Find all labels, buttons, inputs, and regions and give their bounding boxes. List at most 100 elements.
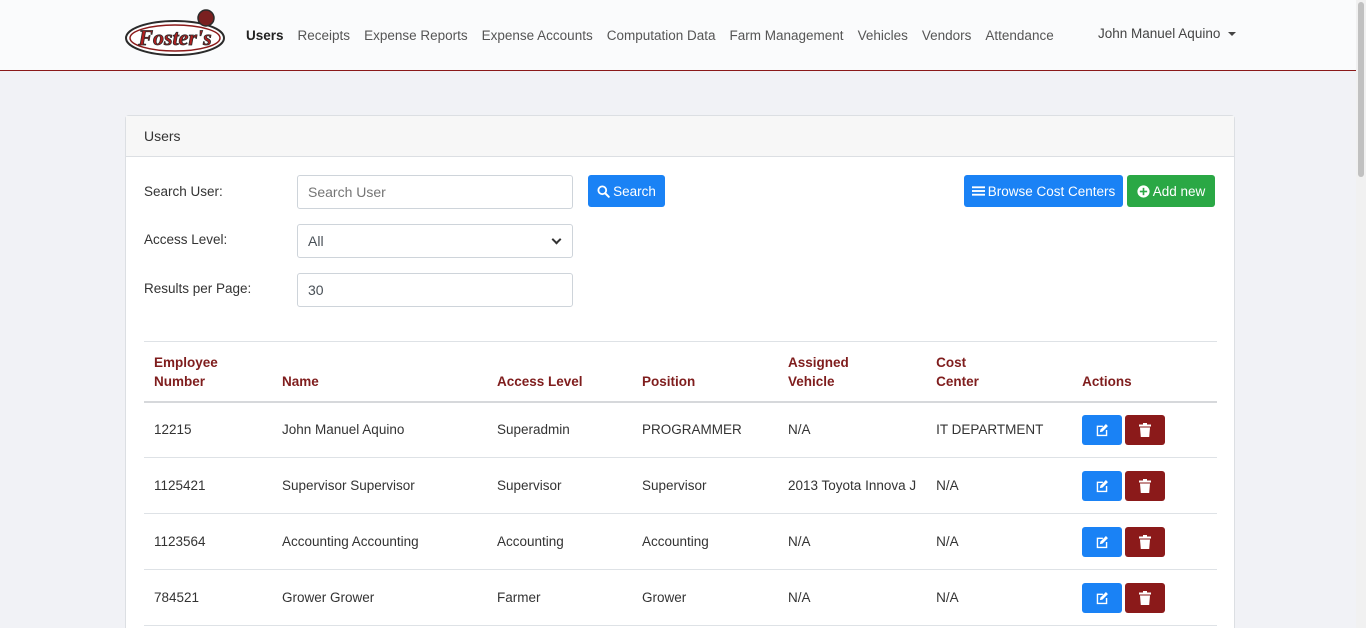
edit-user-button[interactable] xyxy=(1082,582,1123,613)
access-level-label: Access Level: xyxy=(144,232,228,247)
trash-icon xyxy=(1139,478,1152,493)
cell-assigned-vehicle: N/A xyxy=(778,401,927,458)
cell-access-level: Supervisor xyxy=(487,457,632,514)
nav-link-computation-data[interactable]: Computation Data xyxy=(607,28,716,43)
edit-user-button[interactable] xyxy=(1082,526,1123,557)
column-header-text: Access Level xyxy=(497,373,583,389)
cell-employee-number: 1125421 xyxy=(144,457,272,514)
column-header-text: Cost xyxy=(936,354,967,370)
delete-user-button[interactable] xyxy=(1125,414,1166,445)
column-header-text: Vehicle xyxy=(788,373,835,389)
nav-link-expense-accounts[interactable]: Expense Accounts xyxy=(482,28,593,43)
table-row: 12215 John Manuel Aquino Superadmin PROGRAM… xyxy=(144,401,1217,458)
nav-link-expense-reports[interactable]: Expense Reports xyxy=(364,28,468,43)
nav-link-farm-management[interactable]: Farm Management xyxy=(730,28,844,43)
edit-user-button[interactable] xyxy=(1082,470,1123,501)
chevron-down-icon xyxy=(551,234,562,244)
nav-link-receipts[interactable]: Receipts xyxy=(298,28,351,43)
main-nav: Users Receipts Expense Reports Expense Acco… xyxy=(246,0,1068,70)
add-new-button[interactable]: Add new xyxy=(1127,175,1215,207)
column-header-text: Number xyxy=(154,373,206,389)
user-menu[interactable]: John Manuel Aquino xyxy=(1098,26,1237,41)
results-per-page-label: Results per Page: xyxy=(144,281,252,296)
edit-icon xyxy=(1096,479,1109,492)
nav-link-vehicles[interactable]: Vehicles xyxy=(858,28,908,43)
scrollbar-thumb[interactable] xyxy=(1358,2,1364,177)
access-level-value: All xyxy=(308,233,324,249)
edit-icon xyxy=(1096,591,1109,604)
page-scrollbar[interactable] xyxy=(1356,0,1366,628)
cell-position: Grower xyxy=(632,569,778,626)
table-row: 1123564 Accounting Accounting Accounting Ac… xyxy=(144,513,1217,570)
cell-name: Supervisor Supervisor xyxy=(272,457,487,514)
cell-assigned-vehicle: N/A xyxy=(778,569,927,626)
cell-name: John Manuel Aquino xyxy=(272,401,487,458)
cell-position: Accounting xyxy=(632,513,778,570)
cell-name: Grower Grower xyxy=(272,569,487,626)
delete-user-button[interactable] xyxy=(1125,470,1166,501)
nav-link-attendance[interactable]: Attendance xyxy=(985,28,1053,43)
delete-user-button[interactable] xyxy=(1125,526,1166,557)
trash-icon xyxy=(1139,534,1152,549)
column-header-name: Name xyxy=(272,341,487,403)
search-user-input[interactable] xyxy=(297,175,573,209)
user-name: John Manuel Aquino xyxy=(1098,26,1221,41)
trash-icon xyxy=(1139,422,1152,437)
results-per-page-input[interactable] xyxy=(297,273,573,307)
table-row: 784521 Grower Grower Farmer Grower N/A N/A xyxy=(144,569,1217,626)
cell-access-level: Accounting xyxy=(487,513,632,570)
users-table: Employee Number Name Access Level Position As… xyxy=(144,341,1217,626)
column-header-text: Position xyxy=(642,373,696,389)
cell-employee-number: 784521 xyxy=(144,569,272,626)
cell-cost-center: N/A xyxy=(926,513,1073,570)
cell-actions xyxy=(1072,569,1217,626)
cell-cost-center: IT DEPARTMENT xyxy=(926,401,1073,458)
edit-icon xyxy=(1096,535,1109,548)
cell-access-level: Superadmin xyxy=(487,401,632,458)
column-header-employee-number: Employee Number xyxy=(144,341,272,403)
cell-cost-center: N/A xyxy=(926,569,1073,626)
card-title: Users xyxy=(126,116,1234,157)
column-header-actions: Actions xyxy=(1072,341,1217,403)
delete-user-button[interactable] xyxy=(1125,582,1166,613)
brand-logo[interactable]: Foster's xyxy=(124,8,226,60)
cell-actions xyxy=(1072,513,1217,570)
search-user-label: Search User: xyxy=(144,184,223,199)
cell-actions xyxy=(1072,457,1217,514)
access-level-select[interactable]: All xyxy=(297,224,573,258)
cell-employee-number: 1123564 xyxy=(144,513,272,570)
column-header-text: Assigned xyxy=(788,354,849,370)
table-body: 12215 John Manuel Aquino Superadmin PROGRAM… xyxy=(144,401,1217,626)
edit-icon xyxy=(1096,423,1109,436)
cell-assigned-vehicle: N/A xyxy=(778,513,927,570)
search-button[interactable]: Search xyxy=(588,175,665,207)
trash-icon xyxy=(1139,590,1152,605)
cell-position: PROGRAMMER xyxy=(632,401,778,458)
svg-text:Foster's: Foster's xyxy=(137,25,211,50)
cell-cost-center: N/A xyxy=(926,457,1073,514)
column-header-text: Center xyxy=(936,373,979,389)
column-header-text: Name xyxy=(282,373,319,389)
cell-access-level: Farmer xyxy=(487,569,632,626)
browse-cost-centers-button[interactable]: Browse Cost Centers xyxy=(964,175,1123,207)
table-row: 1125421 Supervisor Supervisor Supervisor Su… xyxy=(144,457,1217,514)
column-header-cost-center: Cost Center xyxy=(926,341,1073,403)
cell-position: Supervisor xyxy=(632,457,778,514)
edit-user-button[interactable] xyxy=(1082,414,1123,445)
table-header-row: Employee Number Name Access Level Position As… xyxy=(144,341,1217,403)
cell-name: Accounting Accounting xyxy=(272,513,487,570)
list-icon xyxy=(971,186,985,196)
plus-circle-icon xyxy=(1137,184,1150,198)
nav-link-users[interactable]: Users xyxy=(246,28,284,43)
cell-employee-number: 12215 xyxy=(144,401,272,458)
cell-actions xyxy=(1072,401,1217,458)
navbar: Foster's Users Receipts Expense Reports Exp… xyxy=(0,0,1356,71)
search-icon xyxy=(597,184,610,198)
add-button-label: Add new xyxy=(1152,183,1206,199)
nav-link-vendors[interactable]: Vendors xyxy=(922,28,972,43)
browse-button-label: Browse Cost Centers xyxy=(987,183,1116,199)
column-header-access-level: Access Level xyxy=(487,341,632,403)
cell-assigned-vehicle: 2013 Toyota Innova J xyxy=(778,457,927,514)
caret-down-icon xyxy=(1228,31,1237,36)
column-header-assigned-vehicle: Assigned Vehicle xyxy=(778,341,927,403)
